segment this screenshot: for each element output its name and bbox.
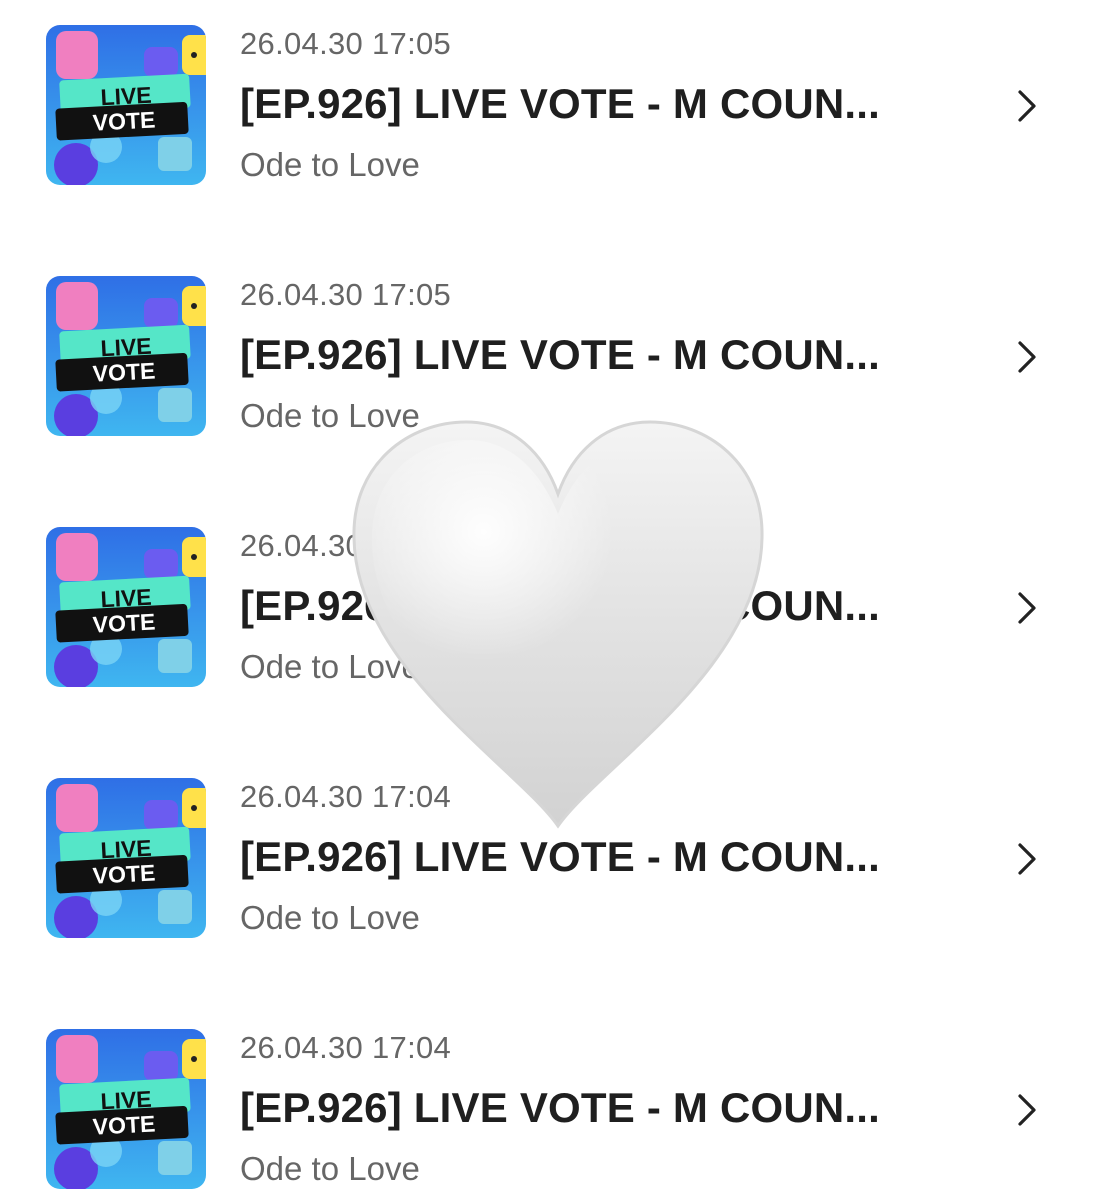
live-vote-thumbnail: LIVE VOTE (46, 276, 206, 436)
song-title: Ode to Love (240, 1150, 420, 1187)
chevron-right-icon[interactable] (1012, 590, 1040, 626)
live-vote-thumbnail: LIVE VOTE (46, 1029, 206, 1189)
thumb-line1: LIVE (100, 835, 152, 864)
live-vote-thumbnail: LIVE VOTE (46, 25, 206, 185)
list-item[interactable]: LIVE VOTE 26.04.30 17:04 [EP.926] LIVE V… (0, 1004, 1113, 1189)
live-vote-thumbnail: LIVE VOTE (46, 527, 206, 687)
thumb-line2: VOTE (92, 859, 156, 888)
thumb-line2: VOTE (92, 608, 156, 637)
thumb-line2: VOTE (92, 1110, 156, 1139)
vote-timestamp: 26.04.30 17:05 (240, 26, 452, 61)
live-vote-thumbnail: LIVE VOTE (46, 778, 206, 938)
vote-title: [EP.926] LIVE VOTE - M COUN... (240, 1084, 881, 1131)
thumb-line1: LIVE (100, 82, 152, 111)
white-heart-icon (352, 420, 764, 829)
list-item[interactable]: LIVE VOTE 26.04.30 17:05 [EP.926] LIVE V… (0, 251, 1113, 436)
thumb-line1: LIVE (100, 333, 152, 362)
song-title: Ode to Love (240, 146, 420, 183)
vote-title: [EP.926] LIVE VOTE - M COUN... (240, 833, 881, 880)
vote-timestamp: 26.04.30 17:04 (240, 1030, 452, 1065)
thumb-line1: LIVE (100, 1086, 152, 1115)
chevron-right-icon[interactable] (1012, 339, 1040, 375)
vote-timestamp: 26.04.30 17:05 (240, 277, 452, 312)
chevron-right-icon[interactable] (1012, 1092, 1040, 1128)
vote-title: [EP.926] LIVE VOTE - M COUN... (240, 331, 881, 378)
thumb-line2: VOTE (92, 357, 156, 386)
chevron-right-icon[interactable] (1012, 841, 1040, 877)
chevron-right-icon[interactable] (1012, 88, 1040, 124)
list-item[interactable]: LIVE VOTE 26.04.30 17:05 [EP.926] LIVE V… (0, 0, 1113, 185)
thumb-line1: LIVE (100, 584, 152, 613)
song-title: Ode to Love (240, 899, 420, 936)
vote-title: [EP.926] LIVE VOTE - M COUN... (240, 80, 881, 127)
thumb-line2: VOTE (92, 106, 156, 135)
